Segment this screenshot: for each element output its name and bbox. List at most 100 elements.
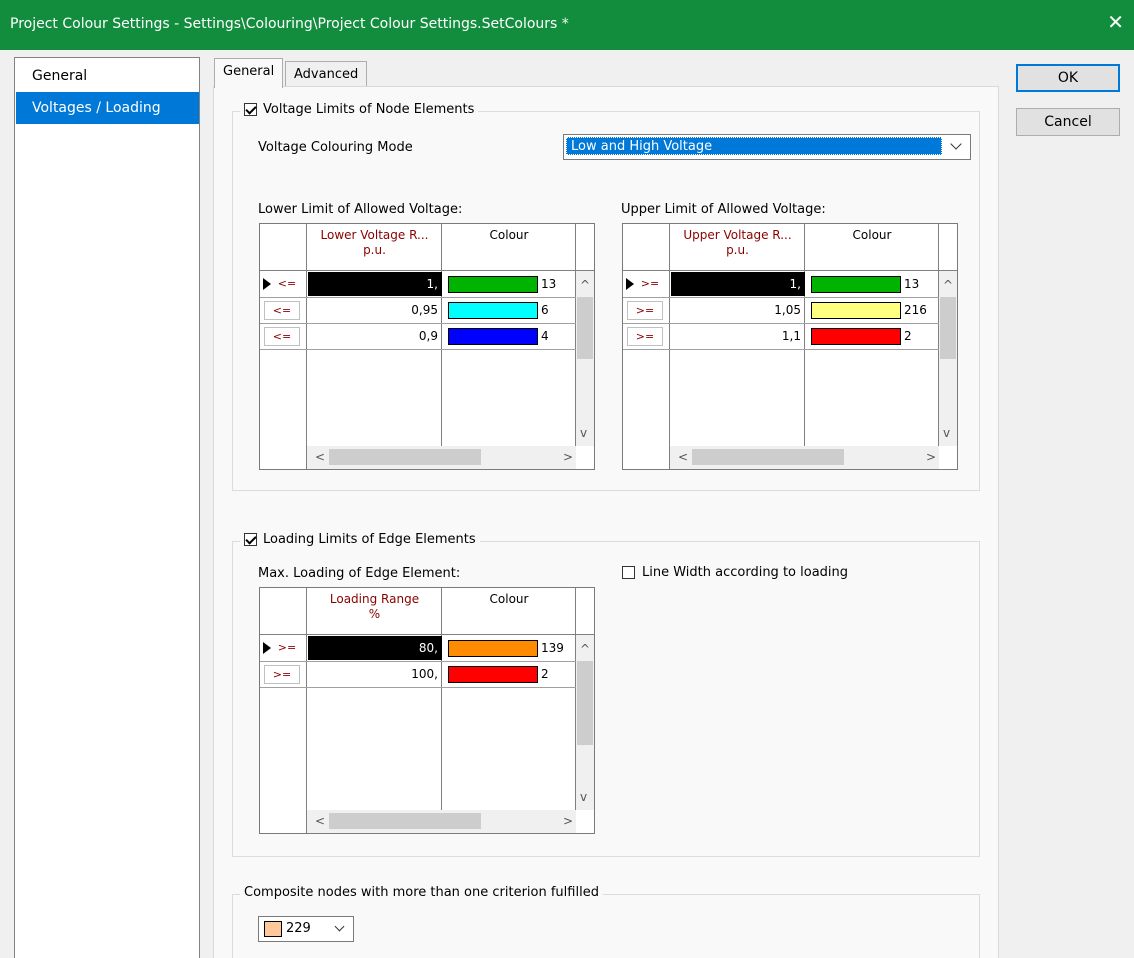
operator-cell[interactable]: >= xyxy=(272,639,302,658)
chevron-down-icon xyxy=(334,921,345,932)
loading-grid[interactable]: Loading Range% Colour >= 80, 139 >= 100,… xyxy=(259,587,595,834)
colour-index: 13 xyxy=(904,277,920,291)
horizontal-scrollbar[interactable]: < > xyxy=(307,446,576,469)
scroll-thumb[interactable] xyxy=(329,813,481,829)
chevron-right-icon[interactable]: > xyxy=(926,451,936,463)
value-cell[interactable]: 1,1 xyxy=(671,324,805,348)
voltage-limits-legend: Voltage Limits of Node Elements xyxy=(240,102,479,117)
chevron-left-icon[interactable]: < xyxy=(315,815,325,827)
horizontal-scrollbar[interactable]: < > xyxy=(307,810,576,833)
table-row[interactable]: >= 100, 2 xyxy=(260,662,576,687)
tab-advanced[interactable]: Advanced xyxy=(285,61,368,88)
settings-nav: General Voltages / Loading xyxy=(14,57,200,958)
tab-general[interactable]: General xyxy=(214,58,284,88)
colour-swatch[interactable] xyxy=(811,302,901,319)
operator-cell[interactable]: >= xyxy=(627,327,663,346)
horizontal-scrollbar[interactable]: < > xyxy=(670,446,939,469)
nav-item-general[interactable]: General xyxy=(16,60,199,92)
upper-limit-title: Upper Limit of Allowed Voltage: xyxy=(621,202,826,217)
table-row[interactable]: <= 1, 13 xyxy=(260,272,576,297)
colour-swatch[interactable] xyxy=(448,666,538,683)
current-row-icon xyxy=(263,278,271,290)
scroll-thumb[interactable] xyxy=(692,449,844,465)
colour-swatch xyxy=(264,921,282,937)
composite-colour-index: 229 xyxy=(286,921,311,936)
value-cell[interactable]: 0,9 xyxy=(308,324,442,348)
chevron-right-icon[interactable]: > xyxy=(563,451,573,463)
operator-cell[interactable]: >= xyxy=(627,301,663,320)
colour-swatch[interactable] xyxy=(448,276,538,293)
voltage-limits-checkbox[interactable] xyxy=(244,103,257,116)
colour-index: 6 xyxy=(541,303,549,317)
value-cell[interactable]: 1,05 xyxy=(671,298,805,322)
vertical-scrollbar[interactable]: ^ v xyxy=(576,635,594,810)
colour-index: 139 xyxy=(541,641,564,655)
scroll-thumb[interactable] xyxy=(329,449,481,465)
colour-index: 13 xyxy=(541,277,557,291)
line-width-checkbox[interactable] xyxy=(622,566,635,579)
chevron-down-icon[interactable]: v xyxy=(580,791,587,803)
colour-swatch[interactable] xyxy=(448,640,538,657)
table-row[interactable]: <= 0,9 4 xyxy=(260,324,576,349)
value-cell[interactable]: 100, xyxy=(308,662,442,686)
table-row[interactable]: >= 1,1 2 xyxy=(623,324,939,349)
table-row[interactable]: >= 1,05 216 xyxy=(623,298,939,323)
colour-swatch[interactable] xyxy=(448,302,538,319)
value-cell[interactable]: 1, xyxy=(308,272,442,296)
colour-swatch[interactable] xyxy=(811,276,901,293)
chevron-down-icon[interactable]: v xyxy=(943,427,950,439)
colour-column-header[interactable]: Colour xyxy=(442,588,576,633)
vertical-scrollbar[interactable]: ^ v xyxy=(939,271,957,446)
composite-nodes-legend: Composite nodes with more than one crite… xyxy=(240,885,603,900)
colour-index: 2 xyxy=(904,329,912,343)
lower-voltage-grid[interactable]: Lower Voltage R... p.u. Colour <= 1, 13 <… xyxy=(259,223,595,470)
colour-swatch[interactable] xyxy=(448,328,538,345)
max-loading-title: Max. Loading of Edge Element: xyxy=(258,566,461,581)
range-column-header[interactable]: Lower Voltage R... p.u. xyxy=(307,224,442,269)
table-row[interactable]: <= 0,95 6 xyxy=(260,298,576,323)
current-row-icon xyxy=(263,642,271,654)
chevron-up-icon[interactable]: ^ xyxy=(580,643,590,655)
colour-swatch[interactable] xyxy=(811,328,901,345)
loading-limits-legend: Loading Limits of Edge Elements xyxy=(240,532,480,547)
operator-cell[interactable]: <= xyxy=(264,301,300,320)
table-row[interactable]: >= 80, 139 xyxy=(260,636,576,661)
line-width-option[interactable]: Line Width according to loading xyxy=(622,565,848,580)
voltage-mode-label: Voltage Colouring Mode xyxy=(258,140,413,155)
lower-limit-title: Lower Limit of Allowed Voltage: xyxy=(258,202,463,217)
colour-column-header[interactable]: Colour xyxy=(442,224,576,269)
operator-cell[interactable]: >= xyxy=(264,665,300,684)
nav-item-voltages-loading[interactable]: Voltages / Loading xyxy=(16,92,199,124)
colour-index: 4 xyxy=(541,329,549,343)
value-cell[interactable]: 80, xyxy=(308,636,442,660)
table-row[interactable]: >= 1, 13 xyxy=(623,272,939,297)
operator-cell[interactable]: <= xyxy=(272,275,302,294)
window-title: Project Colour Settings - Settings\Colou… xyxy=(10,16,569,32)
voltage-mode-value: Low and High Voltage xyxy=(566,137,942,155)
colour-index: 2 xyxy=(541,667,549,681)
range-column-header[interactable]: Loading Range% xyxy=(307,588,442,633)
range-column-header[interactable]: Upper Voltage R... p.u. xyxy=(670,224,805,269)
chevron-left-icon[interactable]: < xyxy=(678,451,688,463)
chevron-down-icon[interactable]: v xyxy=(580,427,587,439)
colour-column-header[interactable]: Colour xyxy=(805,224,939,269)
composite-colour-select[interactable]: 229 xyxy=(258,916,354,942)
chevron-left-icon[interactable]: < xyxy=(315,451,325,463)
cancel-button[interactable]: Cancel xyxy=(1016,108,1120,136)
scroll-thumb[interactable] xyxy=(577,661,593,745)
close-icon[interactable]: ✕ xyxy=(1107,12,1124,32)
loading-limits-checkbox[interactable] xyxy=(244,533,257,546)
operator-cell[interactable]: <= xyxy=(264,327,300,346)
scroll-thumb[interactable] xyxy=(940,297,956,359)
operator-cell[interactable]: >= xyxy=(635,275,665,294)
chevron-right-icon[interactable]: > xyxy=(563,815,573,827)
chevron-up-icon[interactable]: ^ xyxy=(580,279,590,291)
voltage-mode-select[interactable]: Low and High Voltage xyxy=(563,134,971,160)
upper-voltage-grid[interactable]: Upper Voltage R... p.u. Colour >= 1, 13 >… xyxy=(622,223,958,470)
value-cell[interactable]: 1, xyxy=(671,272,805,296)
scroll-thumb[interactable] xyxy=(577,297,593,359)
value-cell[interactable]: 0,95 xyxy=(308,298,442,322)
vertical-scrollbar[interactable]: ^ v xyxy=(576,271,594,446)
ok-button[interactable]: OK xyxy=(1016,64,1120,92)
chevron-up-icon[interactable]: ^ xyxy=(943,279,953,291)
